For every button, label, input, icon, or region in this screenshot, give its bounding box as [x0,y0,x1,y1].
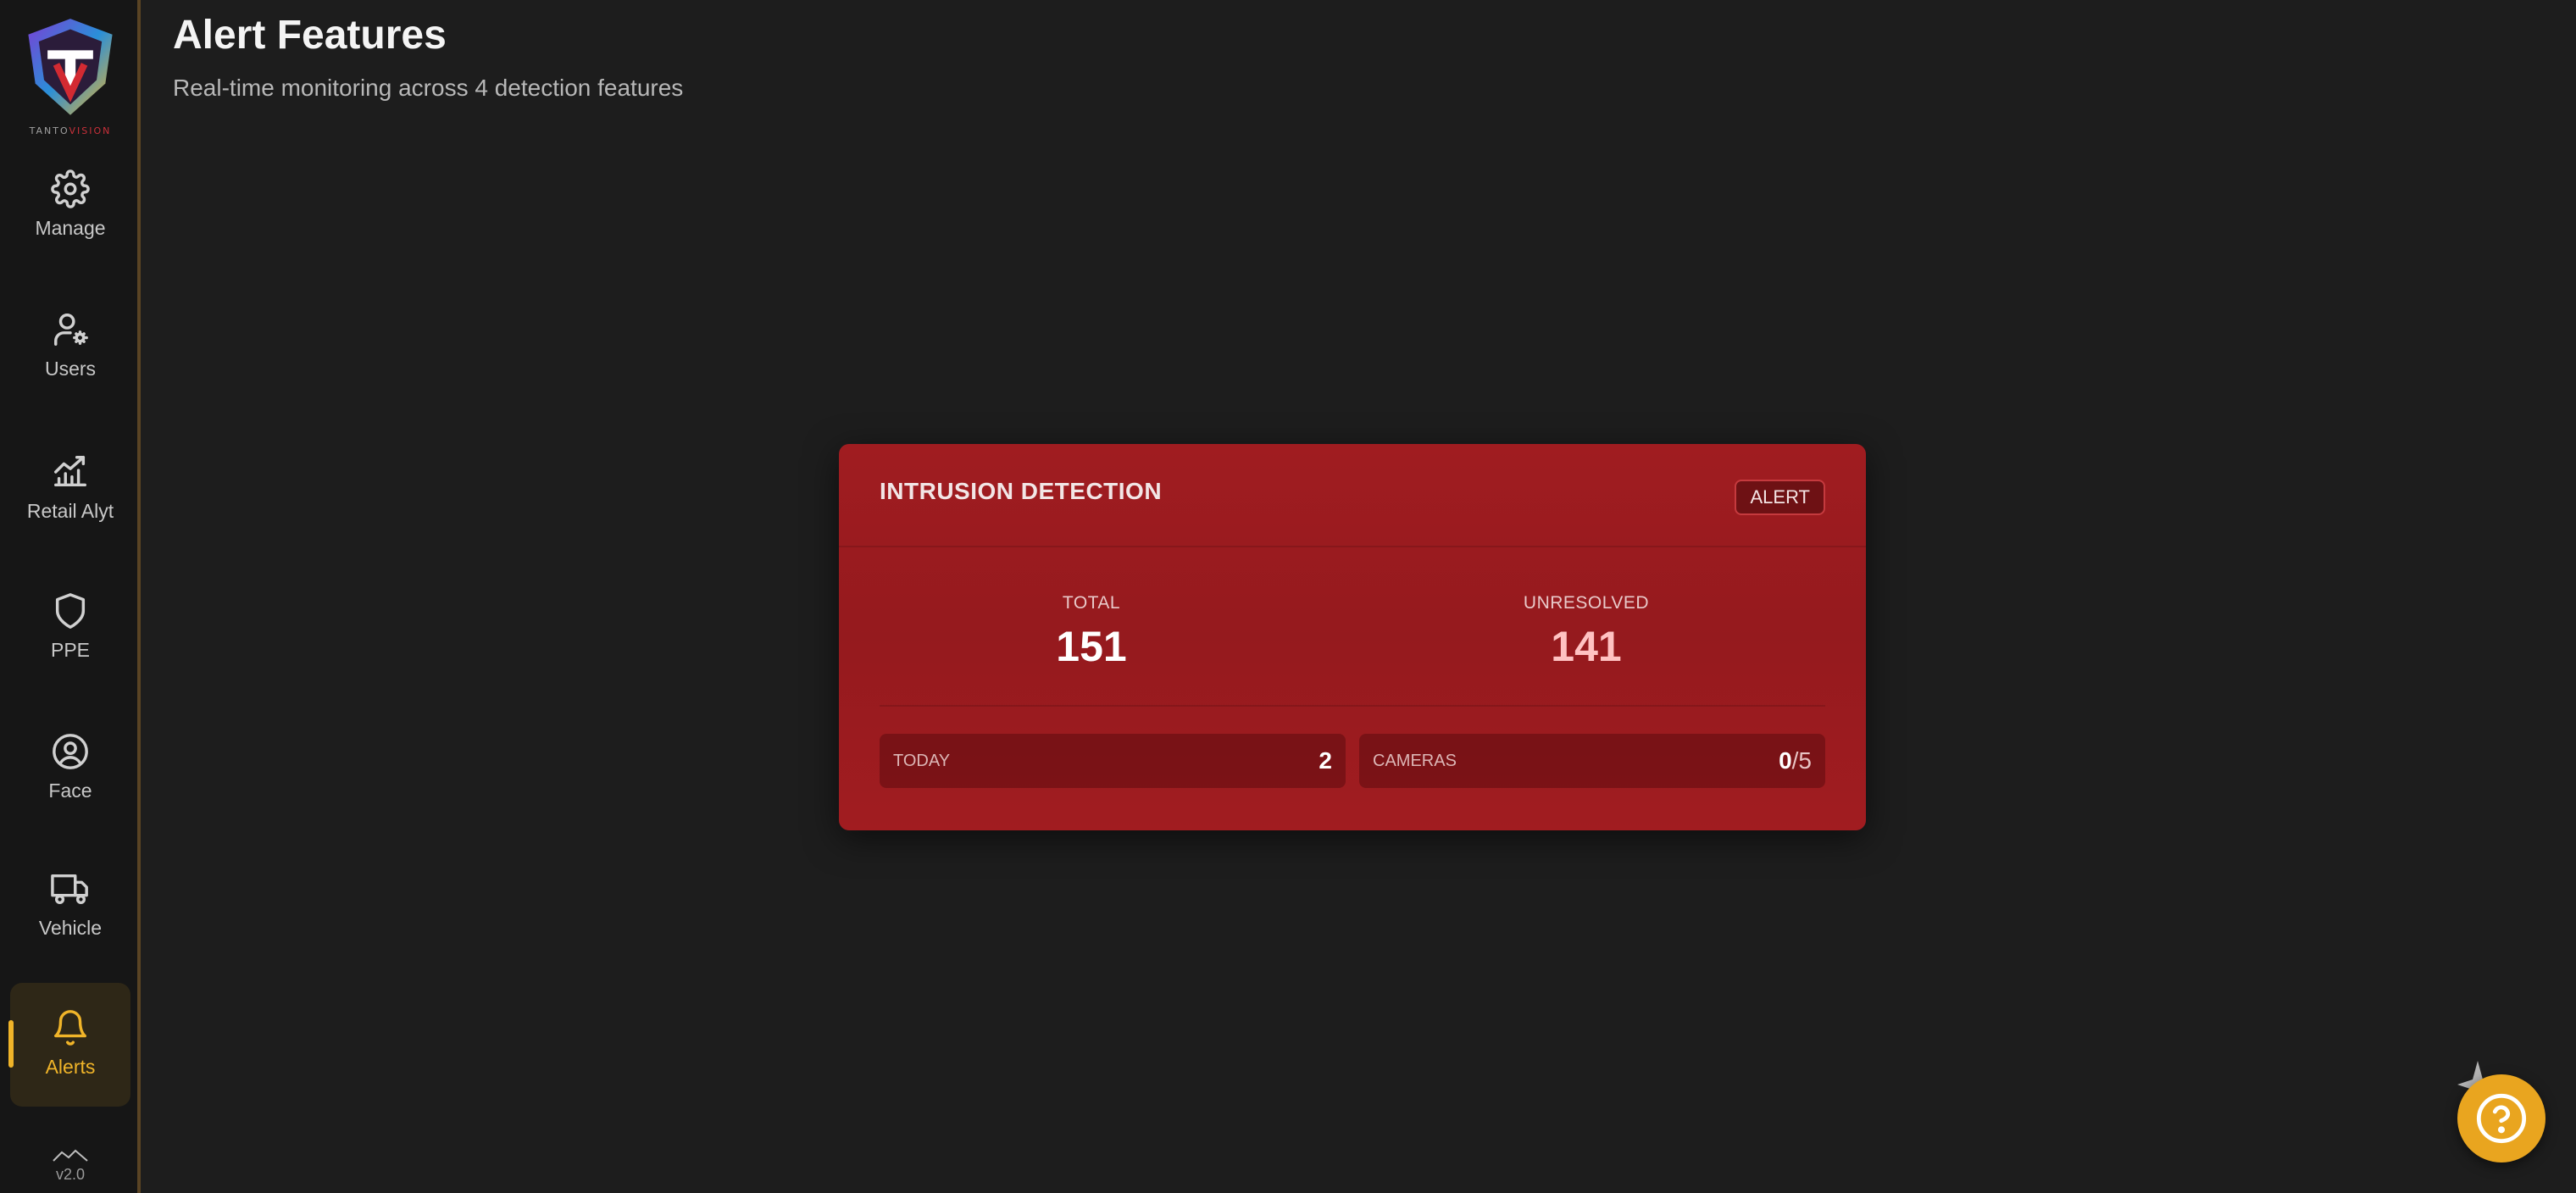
today-stat: TODAY 2 [880,734,1346,788]
divider [839,546,1866,547]
cameras-stat: CAMERAS 0/5 [1359,734,1825,788]
logo-wordmark: TANTOVISION [29,125,112,136]
cameras-label: CAMERAS [1373,751,1457,770]
sidebar-item-manage[interactable]: Manage [10,169,130,240]
active-indicator [8,1020,14,1068]
unresolved-value: 141 [1551,623,1622,670]
chart-icon [54,456,86,487]
divider [880,705,1825,707]
total-label: TOTAL [1062,593,1121,613]
sidebar-item-alerts[interactable]: Alerts [8,983,130,1107]
sidebar-item-label: Alerts [45,1056,96,1078]
today-label: TODAY [893,751,951,770]
sidebar-item-label: Vehicle [38,917,103,939]
total-value: 151 [1056,623,1127,670]
sidebar-item-face[interactable]: Face [10,732,130,802]
sidebar-item-label: PPE [50,639,91,661]
unresolved-stat: UNRESOLVED 141 [1374,593,1798,671]
sidebar-item-label: Face [48,780,92,802]
gear-icon [51,169,90,208]
page-subtitle: Real-time monitoring across 4 detection … [173,75,684,101]
intrusion-detection-card[interactable]: INTRUSION DETECTION ALERT TOTAL 151 UNRE… [839,444,1866,830]
total-stat: TOTAL 151 [880,593,1303,671]
card-title: INTRUSION DETECTION [880,478,1163,504]
page-title: Alert Features [173,13,447,58]
sidebar-item-retail-analytics[interactable]: Retail Alyt [10,452,130,523]
logo[interactable]: TANTOVISION [0,15,141,142]
version-label: v2.0 [55,1166,86,1183]
question-icon [2476,1093,2527,1144]
version-info: v2.0 [0,1146,141,1184]
tantovision-logo-icon [28,19,113,115]
sidebar-item-ppe[interactable]: PPE [10,591,130,662]
sidebar: TANTOVISION Manage Users Retail Alyt PPE… [0,0,141,1193]
sidebar-item-users[interactable]: Users [10,310,130,380]
sidebar-item-label: Retail Alyt [26,500,114,522]
today-value: 2 [1319,747,1332,774]
help-widget [2440,1057,2559,1176]
activity-icon [53,1149,88,1162]
cameras-active: 0 [1779,747,1792,774]
unresolved-label: UNRESOLVED [1523,593,1650,613]
sidebar-item-label: Manage [35,217,106,239]
help-button[interactable] [2457,1074,2545,1162]
truck-icon [51,874,88,905]
sidebar-item-label: Users [44,358,97,380]
status-badge: ALERT [1735,480,1825,515]
bell-icon [54,1010,86,1046]
cameras-value: 0/5 [1779,747,1812,774]
cameras-total: /5 [1791,747,1812,774]
shield-icon [55,593,86,629]
face-icon [53,734,88,769]
user-settings-icon [54,314,88,346]
sidebar-item-vehicle[interactable]: Vehicle [10,869,130,940]
